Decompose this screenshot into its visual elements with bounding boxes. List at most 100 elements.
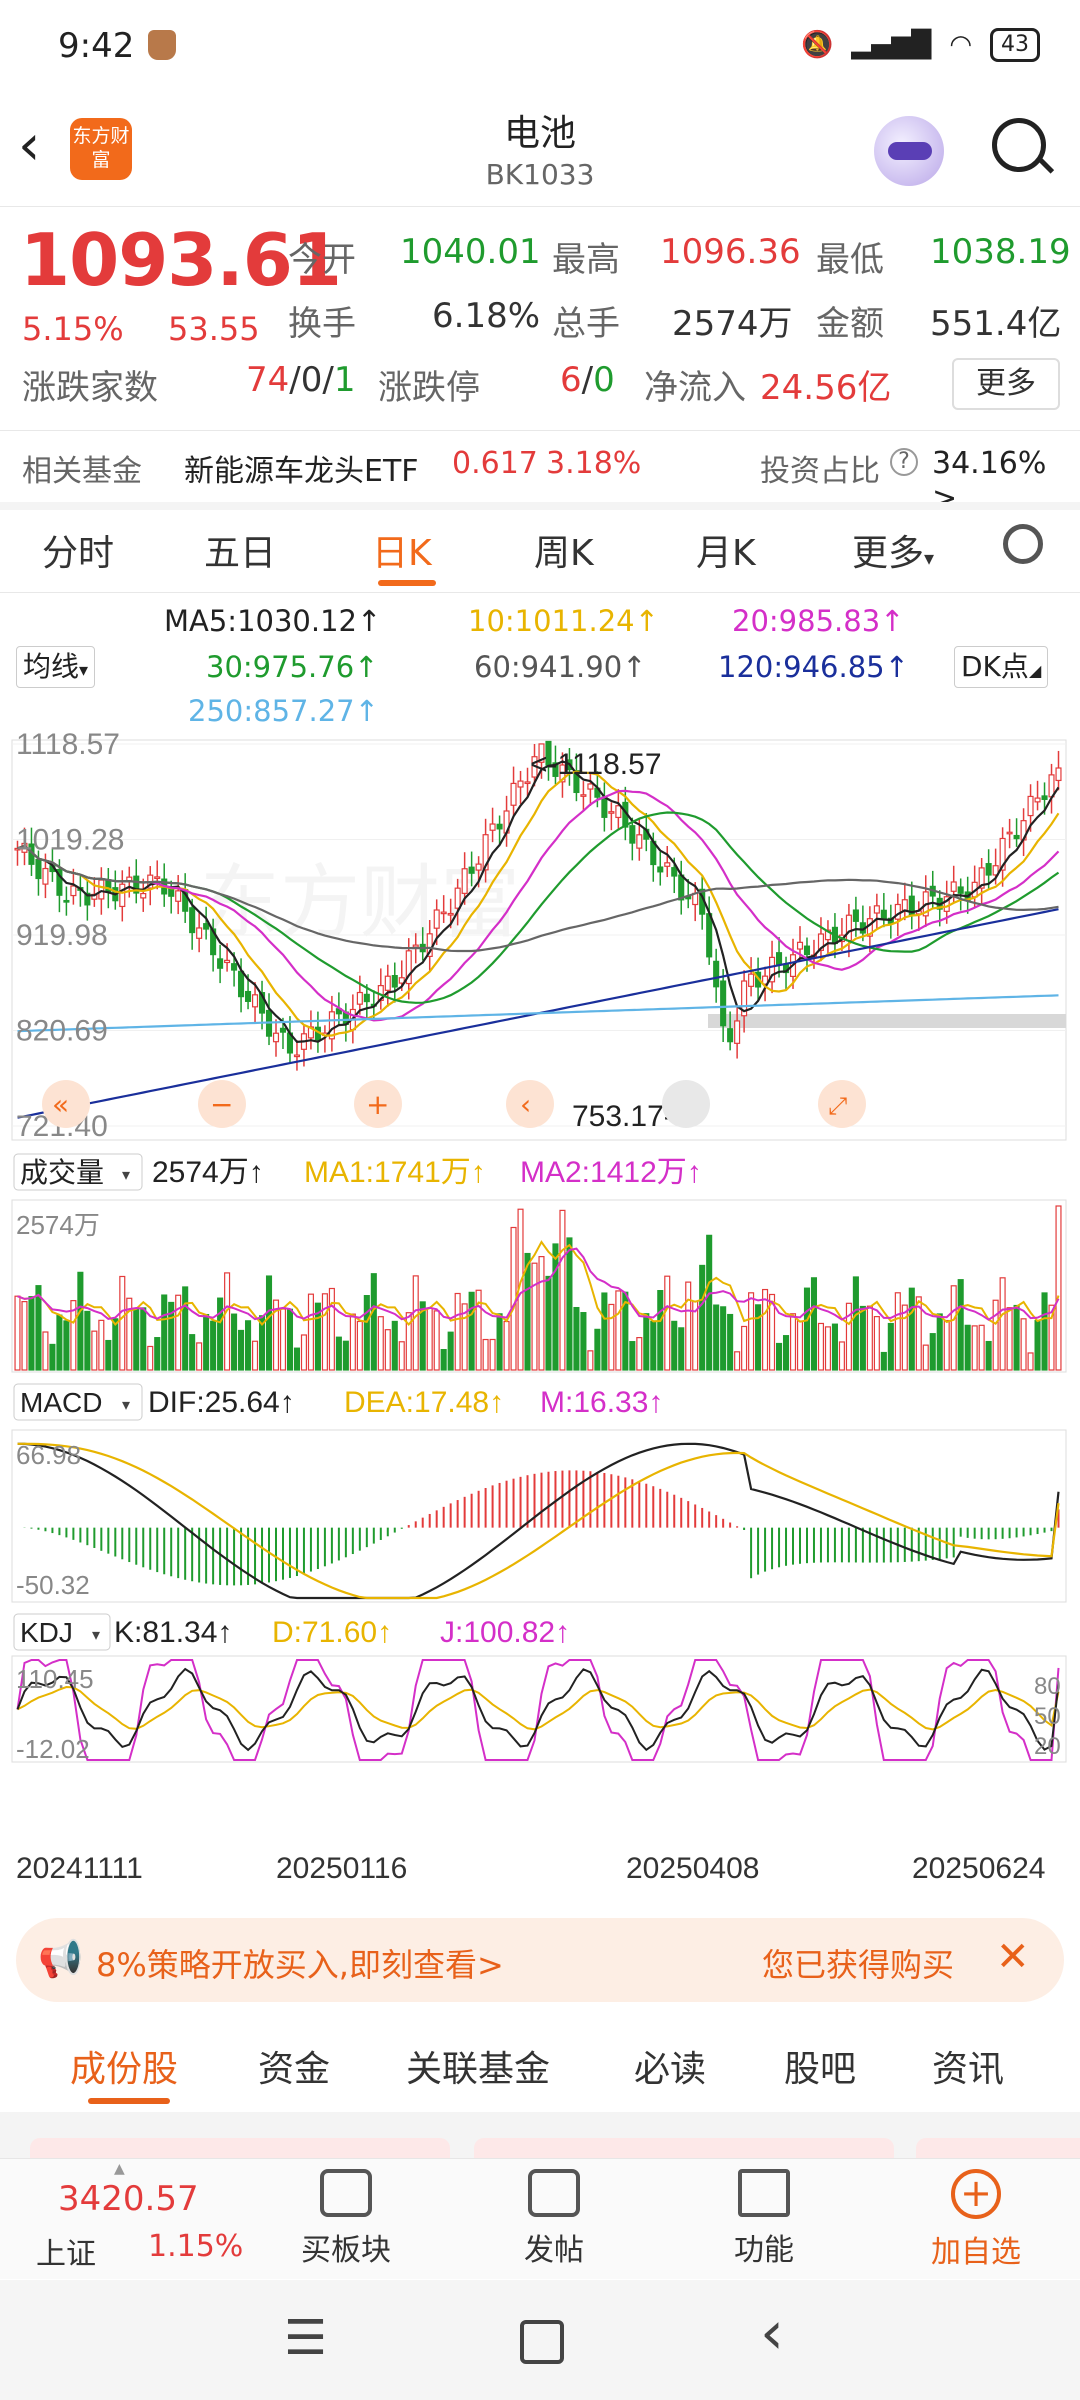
menu-icon[interactable]: ☰	[284, 2310, 327, 2366]
volume-bar	[999, 1277, 1006, 1371]
volume-bar	[971, 1325, 978, 1371]
tab-news[interactable]: 资讯	[932, 2040, 1004, 2092]
turnover-value: 6.18%	[432, 296, 541, 336]
back-icon[interactable]: ‹	[760, 2298, 784, 2368]
add-watchlist-button[interactable]: + 加自选	[896, 2169, 1056, 2271]
period-tabs: 分时 五日 日K 周K 月K 更多▾	[0, 510, 1080, 590]
volume-bar	[1041, 1292, 1048, 1371]
candle-body	[713, 960, 720, 988]
bottom-toolbar: ▲ 3420.57 上证 1.15% 买板块 发帖 功能 + 加自选	[0, 2158, 1080, 2279]
kdj-tick-80: 80	[1034, 1673, 1061, 1700]
caret-down-icon: ▾	[122, 1395, 130, 1414]
tab-forum[interactable]: 股吧	[784, 2040, 856, 2092]
volume-bar	[42, 1331, 49, 1371]
index-ticker[interactable]: ▲ 3420.57 上证 1.15%	[0, 2159, 260, 2279]
step-forward-button[interactable]	[662, 1080, 710, 1128]
close-icon[interactable]: ✕	[996, 1934, 1030, 1980]
tab-indicator	[88, 2098, 170, 2104]
date-tick-0: 20241111	[16, 1852, 143, 1885]
volume-bar	[447, 1331, 454, 1371]
volume-bar	[77, 1271, 84, 1371]
volume-bar	[887, 1322, 894, 1371]
caret-up-icon: ▲	[114, 2161, 125, 2177]
add-watchlist-label: 加自选	[931, 2235, 1021, 2270]
megaphone-icon: 📢	[38, 1939, 83, 1980]
volume-bar	[831, 1323, 838, 1371]
ai-assistant-icon[interactable]	[874, 116, 944, 186]
post-button[interactable]: 发帖	[474, 2169, 634, 2269]
promo-banner[interactable]: 📢 8%策略开放买入,即刻查看> 您已获得购买 ✕	[16, 1918, 1064, 2002]
macd-dif-line	[17, 1442, 1060, 1600]
related-fund-row[interactable]: 相关基金 新能源车龙头ETF 0.617 3.18% 投资占比 ? 34.16%…	[0, 430, 1080, 516]
volume-bar	[1013, 1304, 1020, 1371]
candle-body	[196, 927, 203, 939]
kline-chart[interactable]: 东方财富 1118.571019.28919.98820.69721.40 <-…	[0, 730, 1080, 1910]
date-tick-3: 20250624	[912, 1852, 1045, 1885]
functions-button[interactable]: 功能	[684, 2169, 844, 2269]
banner-right-text: 您已获得购买	[762, 1946, 955, 1984]
volume-bar	[636, 1337, 643, 1371]
volume-bar	[775, 1342, 783, 1371]
candle-body	[636, 834, 643, 849]
volume-bar	[426, 1307, 433, 1371]
help-icon[interactable]: ?	[890, 448, 918, 476]
notification-bag-icon	[148, 30, 176, 60]
high-value: 1096.36	[660, 232, 801, 272]
candle-body	[356, 991, 363, 1005]
volume-bar	[580, 1312, 587, 1371]
ma-toggle[interactable]: 均线▾	[16, 646, 96, 688]
status-icons: 🔕 ▂▄▆█ ◠ 43	[801, 28, 1040, 62]
candle-body	[950, 881, 957, 892]
macd-m: M:16.33↑	[540, 1386, 663, 1419]
volume-bar	[147, 1345, 154, 1371]
candle-body	[454, 887, 461, 909]
candle-body	[720, 980, 727, 1027]
change-value: 53.55	[168, 310, 260, 348]
status-time: 9:42	[58, 26, 135, 66]
macd-bottom-tick: -50.32	[16, 1570, 90, 1600]
high-label: 最高	[552, 240, 620, 280]
battery-icon: 43	[990, 28, 1040, 62]
volume-bar	[587, 1350, 594, 1371]
tab-weekly-k[interactable]: 周K	[534, 524, 594, 576]
tab-constituents[interactable]: 成份股	[70, 2040, 178, 2092]
gear-icon[interactable]	[1003, 524, 1043, 564]
buy-block-button[interactable]: 买板块	[266, 2169, 426, 2269]
tab-indicator	[378, 580, 436, 586]
home-icon[interactable]	[520, 2320, 564, 2364]
tab-must-read[interactable]: 必读	[634, 2040, 706, 2092]
mute-icon: 🔕	[800, 30, 834, 60]
tab-timeshare[interactable]: 分时	[42, 524, 114, 576]
volume-top-tick: 2574万	[16, 1210, 100, 1240]
search-icon[interactable]	[992, 118, 1046, 172]
candle-body	[35, 858, 42, 880]
candle-body	[1055, 767, 1062, 782]
fund-name[interactable]: 新能源车龙头ETF	[184, 446, 419, 490]
volume-bar	[105, 1339, 112, 1371]
amount-value: 551.4亿	[930, 304, 1062, 344]
tab-daily-k[interactable]: 日K	[372, 524, 432, 576]
volume-bar	[140, 1307, 147, 1371]
tab-funds[interactable]: 资金	[258, 2040, 330, 2092]
change-pct: 5.15%	[22, 310, 124, 348]
candle-body	[231, 963, 238, 971]
tab-related-funds[interactable]: 关联基金	[406, 2040, 550, 2092]
candle-body	[629, 825, 636, 844]
tab-monthly-k[interactable]: 月K	[696, 524, 756, 576]
candle-body	[224, 959, 231, 964]
fund-label: 相关基金	[22, 454, 142, 489]
candle-body	[461, 868, 468, 894]
info-tabs: 成份股 资金 关联基金 必读 股吧 资讯	[0, 2020, 1080, 2112]
list-card	[474, 2138, 894, 2158]
candle-body	[203, 923, 210, 930]
volume-bar	[922, 1344, 929, 1371]
volume-bar	[1055, 1205, 1062, 1371]
tab-five-day[interactable]: 五日	[204, 524, 276, 576]
more-button[interactable]: 更多	[952, 358, 1060, 410]
chevron-left-icon: ‹	[520, 1088, 531, 1121]
volume-bar	[1006, 1307, 1013, 1371]
volume-bar	[363, 1295, 370, 1371]
candle-body	[608, 811, 615, 814]
dk-point-button[interactable]: DK点◢	[954, 646, 1049, 688]
tab-more[interactable]: 更多▾	[852, 524, 934, 576]
